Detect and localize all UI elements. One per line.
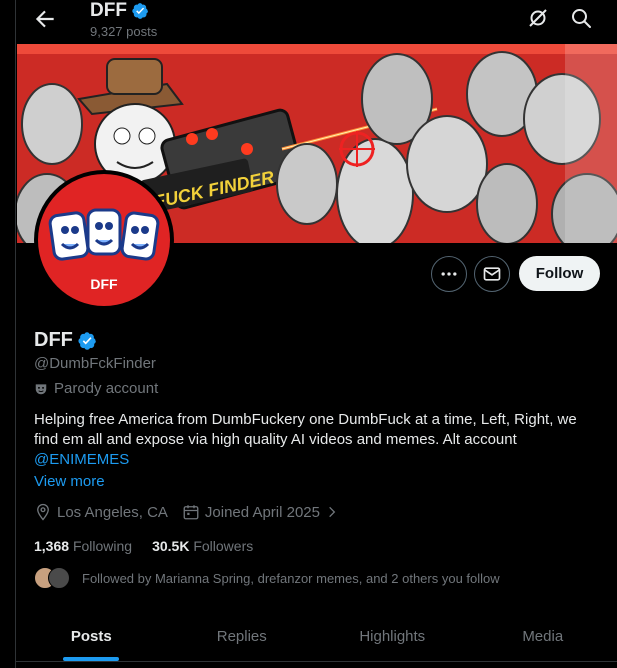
location-pin-icon — [37, 503, 49, 521]
parody-label-text: Parody account — [54, 380, 159, 397]
header-posts-count: 9,327 posts — [90, 24, 158, 39]
avatar[interactable]: DFF — [34, 170, 174, 310]
following-label: Following — [72, 538, 133, 554]
more-dots-icon — [441, 272, 457, 276]
location: Los Angeles, CA — [34, 503, 168, 521]
avatar-letters: DFF — [90, 276, 118, 292]
profile-meta: Los Angeles, CA Joined April 2025 — [34, 503, 353, 521]
grok-icon[interactable] — [526, 6, 550, 30]
avatar-image: DFF — [38, 174, 170, 306]
calendar-icon — [183, 505, 199, 520]
tab-posts[interactable]: Posts — [16, 612, 167, 661]
header-name: DFF — [90, 0, 127, 21]
joined-text: Joined April 2025 — [204, 503, 320, 521]
view-more-link[interactable]: View more — [34, 473, 105, 490]
profile-handle: @DumbFckFinder — [34, 355, 156, 372]
mail-icon — [483, 267, 501, 281]
bio-text: Helping free America from DumbFuckery on… — [34, 411, 577, 448]
message-button[interactable] — [474, 256, 510, 292]
parody-label: Parody account — [34, 380, 158, 397]
tab-media[interactable]: Media — [468, 612, 617, 661]
follower-avatar — [48, 567, 70, 589]
profile-bio: Helping free America from DumbFuckery on… — [34, 410, 604, 470]
search-icon[interactable] — [569, 6, 593, 30]
follow-stats: 1,368 Following 30.5K Followers — [34, 538, 253, 554]
dff-logo-icon: DFF — [48, 208, 160, 292]
mask-icon — [35, 383, 47, 394]
following-count: 1,368 — [34, 538, 70, 554]
header-title: DFF — [90, 0, 149, 22]
joined-date[interactable]: Joined April 2025 — [182, 503, 339, 521]
chevron-right-icon — [329, 506, 336, 518]
profile-tabs: Posts Replies Highlights Media — [16, 612, 617, 662]
profile-name: DFF — [34, 329, 97, 352]
profile-page: DFF 9,327 posts FUCK FINDER DFF Follow D… — [15, 0, 617, 668]
bio-mention-link[interactable]: @ENIMEMES — [34, 450, 604, 470]
tab-replies[interactable]: Replies — [167, 612, 318, 661]
followers-link[interactable]: 30.5K Followers — [152, 538, 253, 554]
followed-by[interactable]: Followed by Marianna Spring, drefanzor m… — [34, 567, 500, 589]
followers-count: 30.5K — [152, 538, 190, 554]
location-text: Los Angeles, CA — [57, 503, 168, 521]
followed-by-text: Followed by Marianna Spring, drefanzor m… — [82, 570, 500, 586]
top-bar: DFF 9,327 posts — [16, 0, 617, 44]
follow-button[interactable]: Follow — [519, 256, 600, 291]
profile-name-text: DFF — [34, 329, 73, 351]
back-arrow-icon[interactable] — [32, 6, 58, 32]
followers-label: Followers — [193, 538, 254, 554]
tab-highlights[interactable]: Highlights — [317, 612, 468, 661]
verified-badge-icon[interactable] — [77, 331, 97, 351]
following-link[interactable]: 1,368 Following — [34, 538, 132, 554]
verified-badge-icon — [132, 3, 148, 19]
more-button[interactable] — [431, 256, 467, 292]
